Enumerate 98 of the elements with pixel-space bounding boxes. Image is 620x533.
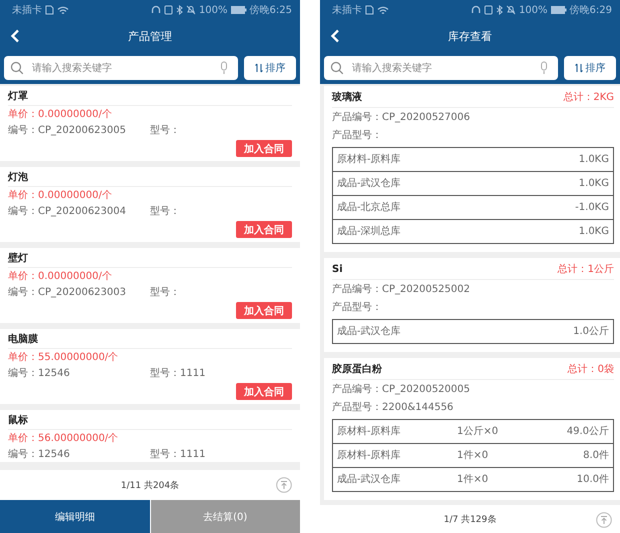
- warehouse-cell-text: 原材料-原料库: [337, 425, 402, 438]
- page-title: 产品管理: [127, 28, 173, 44]
- stock-total: 总计：2KG: [563, 91, 614, 104]
- product-name: 电脑膜: [8, 329, 292, 349]
- quantity-cell: 1.0KG: [578, 153, 609, 166]
- product-name: 壁灯: [8, 248, 292, 268]
- battery-icon: [550, 6, 567, 14]
- product-card[interactable]: 灯泡 单价：0.00000000/个 编号：CP_20200623004 型号： 加入合同: [0, 167, 300, 242]
- product-model: 型号：: [150, 205, 180, 218]
- stock-card[interactable]: 胶原蛋白粉 总计：0袋 产品编号：CP_20200520005 产品型号：2200&144556 原材料-原料库 1公斤×0 49.0公斤 原材料-原料库 1件×0 8.0件 成品-武汉仓库 1件×0 10.0件: [324, 358, 620, 500]
- sort-button[interactable]: 排序: [244, 56, 296, 80]
- footer-button[interactable]: 编辑明细: [0, 500, 150, 533]
- battery-percent: 100%: [198, 4, 228, 16]
- product-model: 产品型号：: [332, 128, 383, 143]
- product-code: 产品编号：CP_20200527006: [332, 110, 471, 125]
- pagination-info: 1/7 共129条: [444, 514, 496, 526]
- quantity-cell: 1.0公斤: [573, 325, 609, 338]
- search-icon: [330, 61, 344, 75]
- sort-icon: [574, 63, 582, 73]
- product-code: 编号：CP_20200623004: [8, 205, 127, 218]
- warehouse-cell-text: 成品-武汉仓库: [337, 177, 402, 190]
- stock-card[interactable]: 玻璃液 总计：2KG 产品编号：CP_20200527006 产品型号： 原材料-原料库 1.0KG 成品-武汉仓库 1.0KG 成品-北京总库 -1.0KG 成品-深圳总库 1.0KG: [324, 86, 620, 252]
- warehouse-cell-text: 成品-深圳总库: [337, 225, 402, 238]
- product-model: 型号：1111: [150, 448, 206, 461]
- carrier-label: 未插卡: [12, 4, 42, 17]
- scroll-top-icon[interactable]: [276, 477, 292, 493]
- add-to-contract-button[interactable]: 加入合同: [236, 221, 292, 238]
- product-card[interactable]: 灯罩 单价：0.00000000/个 编号：CP_20200623005 型号： 加入合同: [0, 86, 300, 161]
- unit-price: 单价：0.00000000/个: [8, 108, 113, 122]
- product-name: 鼠标: [8, 410, 292, 430]
- warehouse-cell-text: 成品-武汉仓库: [337, 473, 402, 486]
- quantity-cell: 49.0公斤: [566, 425, 609, 438]
- product-model: 型号：: [150, 124, 180, 137]
- microphone-icon[interactable]: [220, 61, 228, 75]
- unit-price: 单价：56.00000000/个: [8, 432, 120, 446]
- battery-percent: 100%: [518, 4, 548, 16]
- product-name: 灯罩: [8, 86, 292, 106]
- search-field[interactable]: 请输入搜索关键字: [4, 56, 238, 80]
- unit-price: 单价：0.00000000/个: [8, 188, 113, 203]
- carrier-label: 未插卡: [332, 4, 362, 17]
- product-code: 产品编号：CP_20200525002: [332, 282, 471, 297]
- back-icon[interactable]: [330, 29, 340, 43]
- product-code: 编号：CP_20200623005: [8, 124, 127, 137]
- product-model: 产品型号：: [332, 300, 383, 315]
- quantity-cell: 1.0KG: [578, 177, 609, 190]
- unit-cell-text: 1公斤×0: [457, 425, 500, 438]
- search-icon: [10, 61, 24, 75]
- page-title: 库存查看: [447, 28, 493, 44]
- unit-price: 单价：0.00000000/个: [8, 270, 113, 284]
- mute-icon: [506, 5, 516, 15]
- clock: 傍晚6:25: [250, 4, 292, 17]
- product-name: 灯泡: [8, 167, 292, 187]
- warehouse-cell-text: 成品-北京总库: [337, 201, 402, 214]
- product-card[interactable]: 电脑膜 单价：55.00000000/个 编号：12546 型号：1111 加入合同: [0, 329, 300, 404]
- stock-total: 总计：0袋: [568, 363, 614, 376]
- product-model: 产品型号：2200&144556: [332, 400, 454, 415]
- warehouse-cell-text: 原材料-原料库: [337, 153, 402, 166]
- sort-icon: [254, 63, 262, 73]
- product-model: 型号：1111: [150, 367, 206, 380]
- quantity-cell: -1.0KG: [575, 201, 609, 214]
- warehouse-cell-text: 成品-武汉仓库: [337, 325, 402, 338]
- quantity-cell: 10.0件: [576, 473, 609, 486]
- product-card[interactable]: 壁灯 单价：0.00000000/个 编号：CP_20200623003 型号： 加入合同: [0, 248, 300, 323]
- battery-icon: [230, 6, 247, 14]
- warehouse-cell-text: 原材料-原料库: [337, 449, 402, 462]
- back-icon[interactable]: [10, 29, 20, 43]
- add-to-contract-button[interactable]: 加入合同: [236, 140, 292, 157]
- sim-icon: [45, 5, 54, 15]
- quantity-cell: 8.0件: [583, 449, 609, 462]
- unit-price: 单价：55.00000000/个: [8, 350, 120, 365]
- quantity-cell: 1.0KG: [578, 225, 609, 238]
- sim-icon: [365, 5, 374, 15]
- product-model: 型号：: [150, 286, 180, 299]
- product-name: Si: [332, 263, 343, 276]
- microphone-icon[interactable]: [540, 61, 548, 75]
- product-code: 编号：12546: [8, 367, 71, 380]
- bluetooth-icon: [496, 5, 503, 15]
- mute-icon: [186, 5, 196, 15]
- unit-cell-text: 1件×0: [457, 449, 490, 462]
- product-name: 玻璃液: [332, 91, 362, 104]
- product-card[interactable]: 鼠标 单价：56.00000000/个 编号：12546 型号：1111: [0, 410, 300, 462]
- bluetooth-icon: [176, 5, 183, 15]
- stock-total: 总计：1公斤: [558, 263, 614, 276]
- product-code: 编号：CP_20200623003: [8, 286, 127, 299]
- add-to-contract-button[interactable]: 加入合同: [236, 302, 292, 319]
- add-to-contract-button[interactable]: 加入合同: [236, 383, 292, 400]
- wifi-icon: [57, 6, 69, 14]
- wifi-icon: [377, 6, 389, 14]
- product-name: 胶原蛋白粉: [332, 363, 382, 376]
- clock: 傍晚6:29: [570, 4, 612, 17]
- product-code: 编号：12546: [8, 448, 71, 461]
- unit-cell-text: 1件×0: [457, 473, 490, 486]
- search-field[interactable]: 请输入搜索关键字: [324, 56, 558, 80]
- pagination-info: 1/11 共204条: [120, 480, 180, 492]
- scroll-top-icon[interactable]: [596, 512, 612, 528]
- product-code: 产品编号：CP_20200520005: [332, 382, 471, 397]
- stock-card[interactable]: Si 总计：1公斤 产品编号：CP_20200525002 产品型号： 成品-武汉仓库 1.0公斤: [324, 258, 620, 352]
- sort-button[interactable]: 排序: [564, 56, 616, 80]
